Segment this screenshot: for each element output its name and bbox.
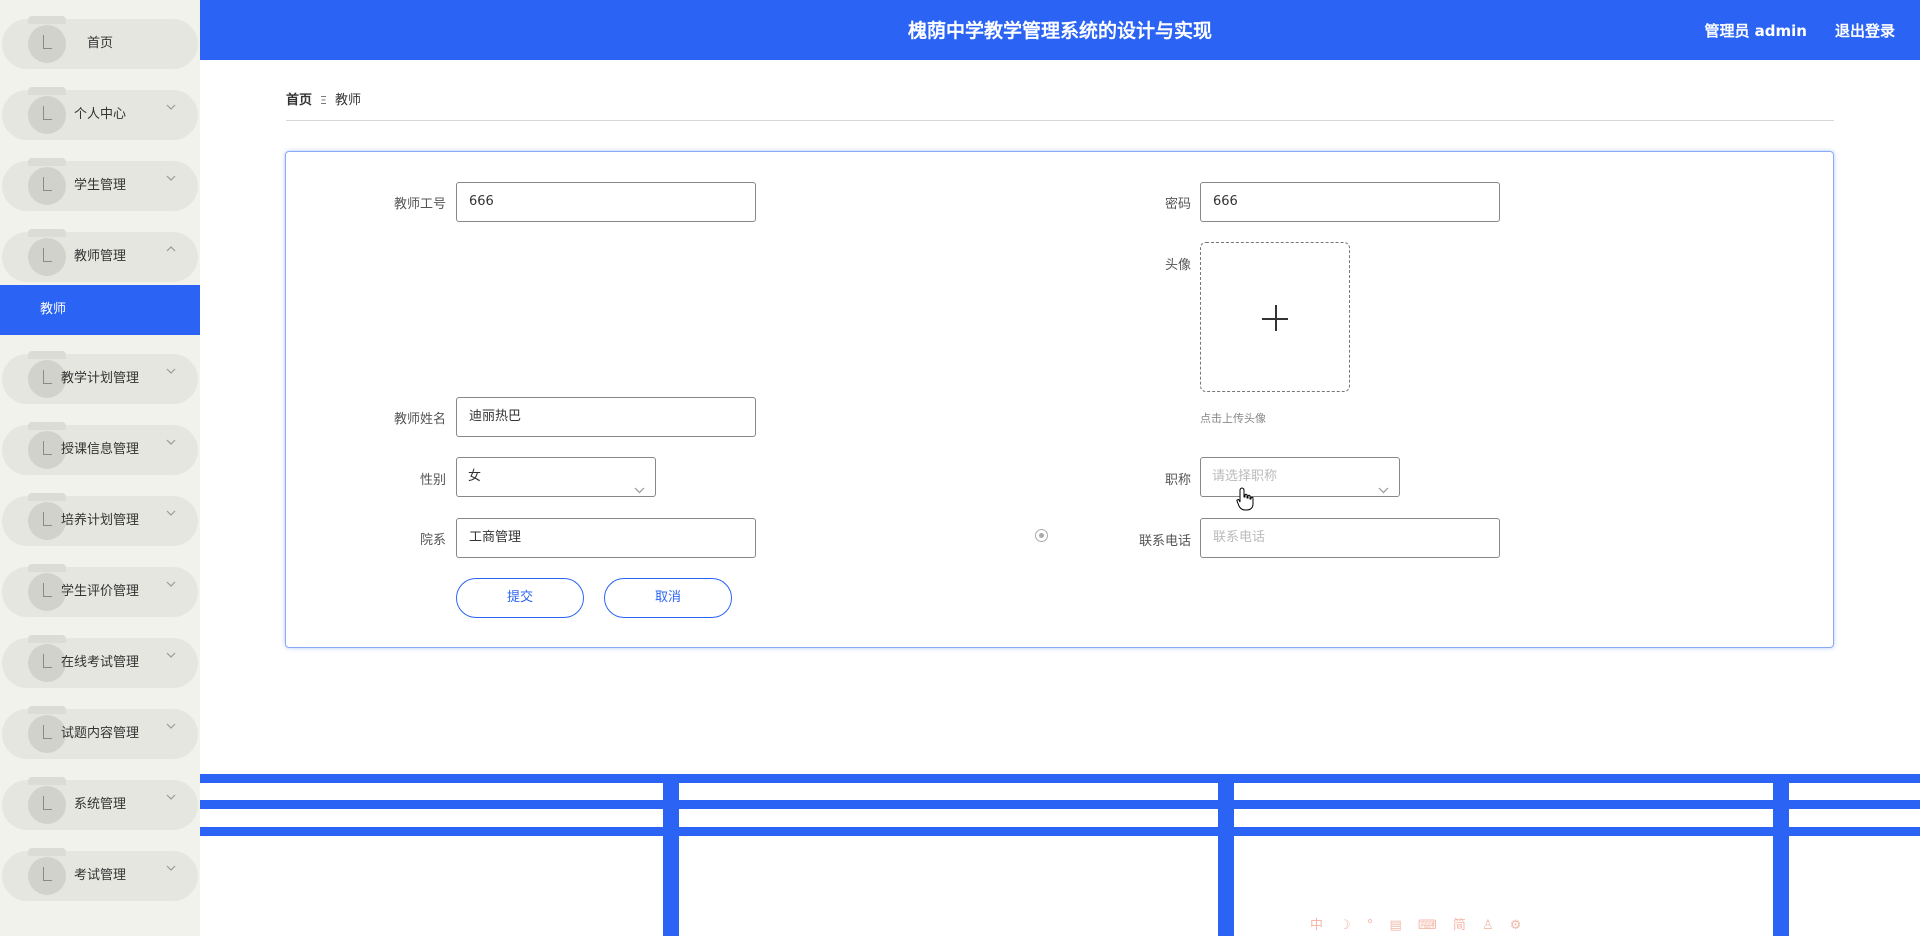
footer-decoration-post	[663, 776, 679, 936]
breadcrumb-separator: Ξ	[320, 94, 327, 107]
teacher-id-label: 教师工号	[393, 197, 446, 212]
chevron-down-icon	[166, 368, 176, 374]
sidebar-item-label: 首页	[86, 36, 113, 51]
sidebar: 首页 个人中心 学生管理 教师管理 教师 教学计划管理 授课信息管理 培养计划管…	[0, 0, 200, 936]
plus-icon-bar	[1262, 318, 1288, 320]
app-title: 槐荫中学教学管理系统的设计与实现	[907, 20, 1212, 42]
gender-label: 性别	[419, 473, 446, 488]
logout-button[interactable]: 退出登录	[1835, 0, 1895, 62]
footer-decoration-line	[200, 827, 1920, 836]
sidebar-item-student-evaluation[interactable]: 学生评价管理	[2, 564, 198, 617]
sidebar-item-teacher-management[interactable]: 教师管理	[2, 229, 198, 282]
chevron-down-icon	[166, 865, 176, 871]
sidebar-item-training-plan[interactable]: 培养计划管理	[2, 493, 198, 546]
sidebar-item-label: 教学计划管理	[60, 371, 139, 386]
chevron-down-icon	[1378, 472, 1389, 510]
chevron-down-icon	[634, 472, 645, 510]
status-dot-icon	[1035, 529, 1048, 542]
chevron-down-icon	[166, 723, 176, 729]
sidebar-item-course-info[interactable]: 授课信息管理	[2, 422, 198, 475]
breadcrumb-current: 教师	[334, 93, 361, 108]
teacher-id-input[interactable]: 666	[456, 182, 756, 222]
sidebar-item-label: 考试管理	[73, 868, 126, 883]
cancel-button[interactable]: 取消	[604, 578, 732, 618]
phone-label: 联系电话	[1138, 534, 1191, 549]
sidebar-item-label: 教师管理	[73, 249, 126, 264]
chevron-down-icon	[166, 794, 176, 800]
password-input[interactable]: 666	[1200, 182, 1500, 222]
sidebar-item-home[interactable]: 首页	[2, 16, 198, 69]
password-label: 密码	[1164, 197, 1191, 212]
phone-input[interactable]: 联系电话	[1200, 518, 1500, 558]
sidebar-item-question-content[interactable]: 试题内容管理	[2, 706, 198, 759]
chevron-up-icon	[166, 246, 176, 252]
sidebar-item-teaching-plan[interactable]: 教学计划管理	[2, 351, 198, 404]
breadcrumb-divider	[286, 120, 1834, 121]
sidebar-subitem-teacher[interactable]: 教师	[0, 285, 200, 335]
breadcrumb-home[interactable]: 首页	[286, 93, 312, 108]
avatar-label: 头像	[1164, 258, 1191, 273]
sidebar-item-label: 个人中心	[73, 107, 126, 122]
chevron-down-icon	[166, 652, 176, 658]
gender-select[interactable]: 女	[456, 457, 656, 497]
department-input[interactable]: 工商管理	[456, 518, 756, 558]
footer-decoration-post	[1773, 776, 1789, 936]
avatar-upload-hint: 点击上传头像	[1200, 412, 1266, 425]
submit-button[interactable]: 提交	[456, 578, 584, 618]
chevron-down-icon	[166, 104, 176, 110]
top-header: 槐荫中学教学管理系统的设计与实现 管理员 admin 退出登录	[200, 0, 1920, 60]
sidebar-item-system-management[interactable]: 系统管理	[2, 777, 198, 830]
teacher-name-input[interactable]: 迪丽热巴	[456, 397, 756, 437]
chevron-down-icon	[166, 510, 176, 516]
hand-cursor-icon	[1236, 487, 1254, 515]
avatar-upload[interactable]	[1200, 242, 1350, 392]
job-title-select-placeholder: 请选择职称	[1212, 469, 1278, 484]
job-title-select[interactable]: 请选择职称	[1200, 457, 1400, 497]
sidebar-item-online-exam[interactable]: 在线考试管理	[2, 635, 198, 688]
job-title-label: 职称	[1164, 473, 1191, 488]
department-label: 院系	[419, 533, 446, 548]
sidebar-item-personal-center[interactable]: 个人中心	[2, 87, 198, 140]
sidebar-item-label: 试题内容管理	[60, 726, 139, 741]
ime-toolbar: 中 ☽ ° ▤ ⌨ 简 ♙ ⚙	[1310, 918, 1528, 933]
chevron-down-icon	[166, 581, 176, 587]
sidebar-item-label: 授课信息管理	[60, 442, 139, 457]
sidebar-item-label: 系统管理	[73, 797, 126, 812]
sidebar-item-student-management[interactable]: 学生管理	[2, 158, 198, 211]
sidebar-item-label: 学生管理	[73, 178, 126, 193]
chevron-down-icon	[166, 439, 176, 445]
teacher-name-label: 教师姓名	[393, 412, 446, 427]
user-info: 管理员 admin	[1704, 22, 1807, 40]
breadcrumb: 首页 Ξ 教师	[286, 89, 361, 108]
gender-select-value: 女	[468, 469, 482, 484]
footer-decoration-line	[200, 800, 1920, 809]
footer-decoration-line	[200, 774, 1920, 783]
footer-decoration-post	[1218, 776, 1234, 936]
chevron-down-icon	[166, 175, 176, 181]
sidebar-item-exam-management[interactable]: 考试管理	[2, 848, 198, 901]
sidebar-item-label: 在线考试管理	[60, 655, 139, 670]
sidebar-item-label: 培养计划管理	[60, 513, 139, 528]
sidebar-item-label: 学生评价管理	[60, 584, 139, 599]
